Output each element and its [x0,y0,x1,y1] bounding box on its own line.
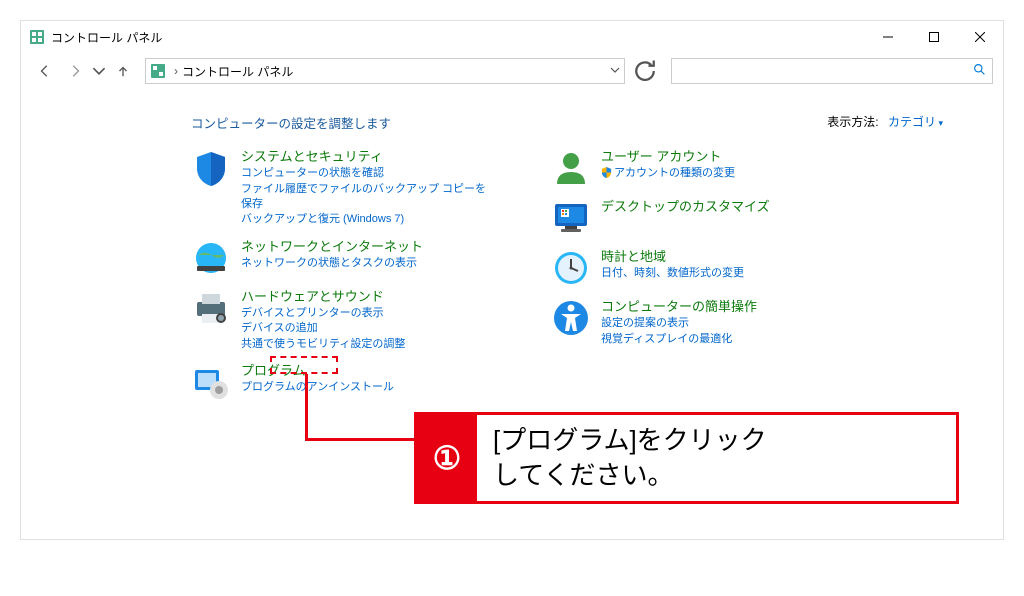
address-bar[interactable]: › コントロール パネル [145,58,625,84]
view-by-dropdown[interactable]: カテゴリ [888,115,943,129]
cat-hardware: ハードウェアとサウンド デバイスとプリンターの表示 デバイスの追加 共通で使うモ… [191,288,491,352]
callout-text: [プログラム]をクリック してください。 [477,415,783,501]
cat-programs-title[interactable]: プログラム [241,362,394,380]
breadcrumb-separator: › [174,64,178,78]
cat-title[interactable]: システムとセキュリティ [241,148,491,166]
cat-link[interactable]: コンピューターの状態を確認 [241,166,491,181]
callout-connector-h [305,438,415,441]
left-column: システムとセキュリティ コンピューターの状態を確認 ファイル履歴でファイルのバッ… [191,148,491,402]
programs-icon [191,362,231,402]
control-panel-icon [150,63,166,79]
cat-title[interactable]: ユーザー アカウント [601,148,735,166]
cat-link[interactable]: デバイスとプリンターの表示 [241,306,405,321]
cat-link[interactable]: プログラムのアンインストール [241,380,394,395]
cat-link[interactable]: ネットワークの状態とタスクの表示 [241,256,423,271]
nav-bar: › コントロール パネル [21,53,1003,89]
cat-link[interactable]: 設定の提案の表示 [601,316,757,331]
up-button[interactable] [109,57,137,85]
cat-link[interactable]: アカウントの種類の変更 [601,166,735,183]
control-panel-icon [29,29,45,45]
cat-title[interactable]: ネットワークとインターネット [241,238,423,256]
forward-button[interactable] [61,57,89,85]
cat-appearance: デスクトップのカスタマイズ [551,198,851,238]
cat-link[interactable]: 日付、時刻、数値形式の変更 [601,266,744,281]
cat-ease-of-access: コンピューターの簡単操作 設定の提案の表示 視覚ディスプレイの最適化 [551,298,851,347]
globe-icon [191,238,231,278]
cat-system-security: システムとセキュリティ コンピューターの状態を確認 ファイル履歴でファイルのバッ… [191,148,491,228]
cat-title[interactable]: デスクトップのカスタマイズ [601,198,770,216]
cat-programs: プログラム プログラムのアンインストール [191,362,491,402]
cat-user-accounts: ユーザー アカウント アカウントの種類の変更 [551,148,851,188]
right-column: ユーザー アカウント アカウントの種類の変更 デスクトップのカスタマイズ 時計と… [551,148,851,402]
close-button[interactable] [957,21,1003,53]
cat-link[interactable]: ファイル履歴でファイルのバックアップ コピーを保存 [241,182,491,213]
title-bar: コントロール パネル [21,21,1003,53]
cat-title[interactable]: コンピューターの簡単操作 [601,298,757,316]
refresh-button[interactable] [631,57,659,85]
instruction-callout: ① [プログラム]をクリック してください。 [414,412,959,504]
accessibility-icon [551,298,591,338]
printer-icon [191,288,231,328]
category-columns: システムとセキュリティ コンピューターの状態を確認 ファイル履歴でファイルのバッ… [191,148,963,402]
shield-icon [191,148,231,188]
view-by: 表示方法: カテゴリ [827,113,943,130]
cat-title[interactable]: ハードウェアとサウンド [241,288,405,306]
callout-connector-v [305,374,308,440]
search-input[interactable] [678,64,973,78]
uac-shield-icon [601,167,612,183]
breadcrumb-item[interactable]: コントロール パネル [182,63,293,80]
maximize-button[interactable] [911,21,957,53]
user-icon [551,148,591,188]
clock-icon [551,248,591,288]
callout-number: ① [417,415,477,501]
minimize-button[interactable] [865,21,911,53]
search-box[interactable] [671,58,993,84]
window-title: コントロール パネル [51,29,865,46]
back-button[interactable] [31,57,59,85]
recent-dropdown[interactable] [91,57,107,85]
cat-title[interactable]: 時計と地域 [601,248,744,266]
cat-link[interactable]: 視覚ディスプレイの最適化 [601,332,757,347]
monitor-icon [551,198,591,238]
cat-network: ネットワークとインターネット ネットワークの状態とタスクの表示 [191,238,491,278]
cat-link[interactable]: バックアップと復元 (Windows 7) [241,212,491,227]
cat-link[interactable]: 共通で使うモビリティ設定の調整 [241,337,405,352]
view-by-label: 表示方法: [827,115,878,129]
cat-clock-region: 時計と地域 日付、時刻、数値形式の変更 [551,248,851,288]
chevron-down-icon[interactable] [610,64,620,78]
search-icon[interactable] [973,63,986,79]
cat-link[interactable]: デバイスの追加 [241,321,405,336]
window-controls [865,21,1003,53]
